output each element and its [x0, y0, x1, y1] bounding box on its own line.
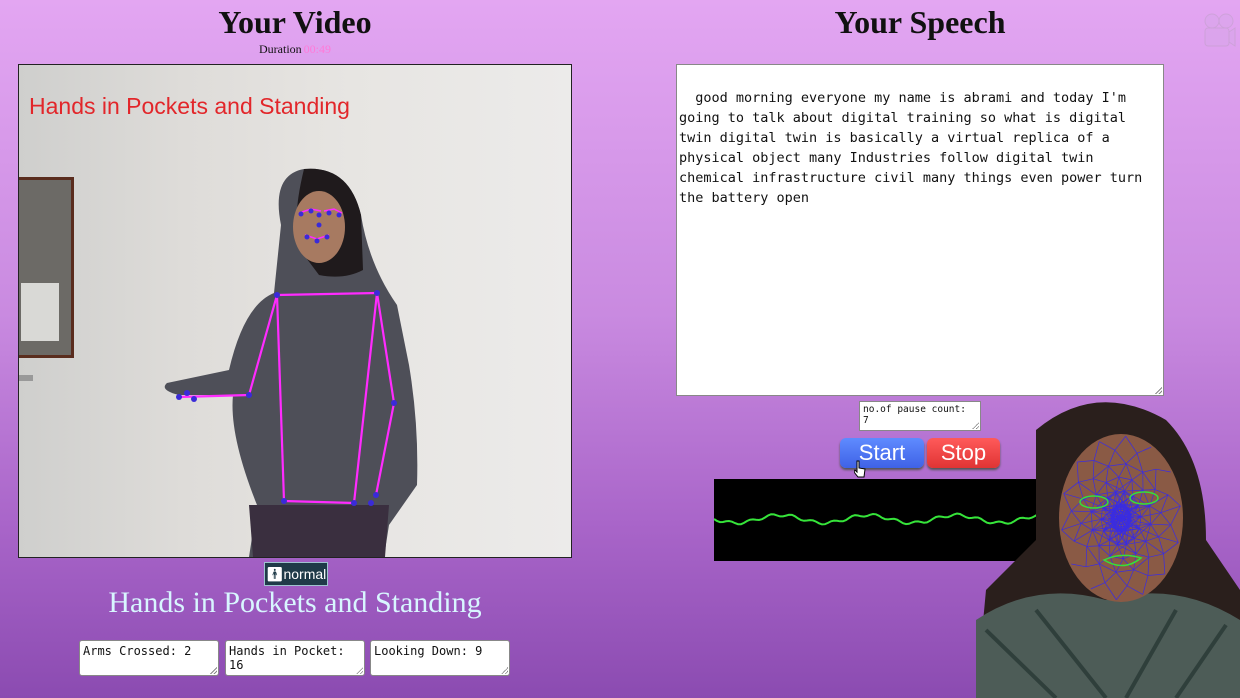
speech-panel-title: Your Speech	[834, 4, 1006, 40]
looking-down-counter[interactable]: Looking Down: 9	[370, 640, 510, 676]
start-button[interactable]: Start	[840, 438, 924, 468]
pause-count-field[interactable]: no.of pause count: 7	[859, 401, 981, 431]
person-standing-icon: 🚹︎	[265, 566, 284, 582]
duration-label: Duration	[259, 42, 302, 56]
duration-value: 00:49	[303, 42, 331, 56]
arms-crossed-counter[interactable]: Arms Crossed: 2	[79, 640, 219, 676]
posture-label: Hands in Pockets and Standing	[108, 586, 482, 619]
video-panel-title: Your Video	[218, 4, 372, 40]
hands-in-pocket-text: Hands in Pocket: 16	[229, 644, 345, 672]
pause-count-text: no.of pause count: 7	[863, 404, 966, 426]
video-duration: Duration 00:49	[18, 42, 572, 57]
camera-icon[interactable]	[1202, 12, 1236, 50]
video-feed: Hands in Pockets and Standing	[18, 64, 572, 558]
pointer-cursor-icon	[854, 460, 866, 478]
arms-crossed-text: Arms Crossed: 2	[83, 644, 192, 658]
posture-status-badge: 🚹︎normal	[264, 562, 328, 586]
posture-badge-text: normal	[283, 566, 327, 582]
hands-in-pocket-counter[interactable]: Hands in Pocket: 16	[225, 640, 365, 676]
transcript-text: good morning everyone my name is abrami …	[679, 90, 1151, 206]
face-cam-feed	[976, 402, 1240, 698]
video-posture-overlay: Hands in Pockets and Standing	[29, 93, 350, 119]
looking-down-text: Looking Down: 9	[374, 644, 483, 658]
pose-skeleton-overlay	[164, 168, 418, 557]
speech-transcript-textarea[interactable]: good morning everyone my name is abrami …	[676, 64, 1164, 396]
